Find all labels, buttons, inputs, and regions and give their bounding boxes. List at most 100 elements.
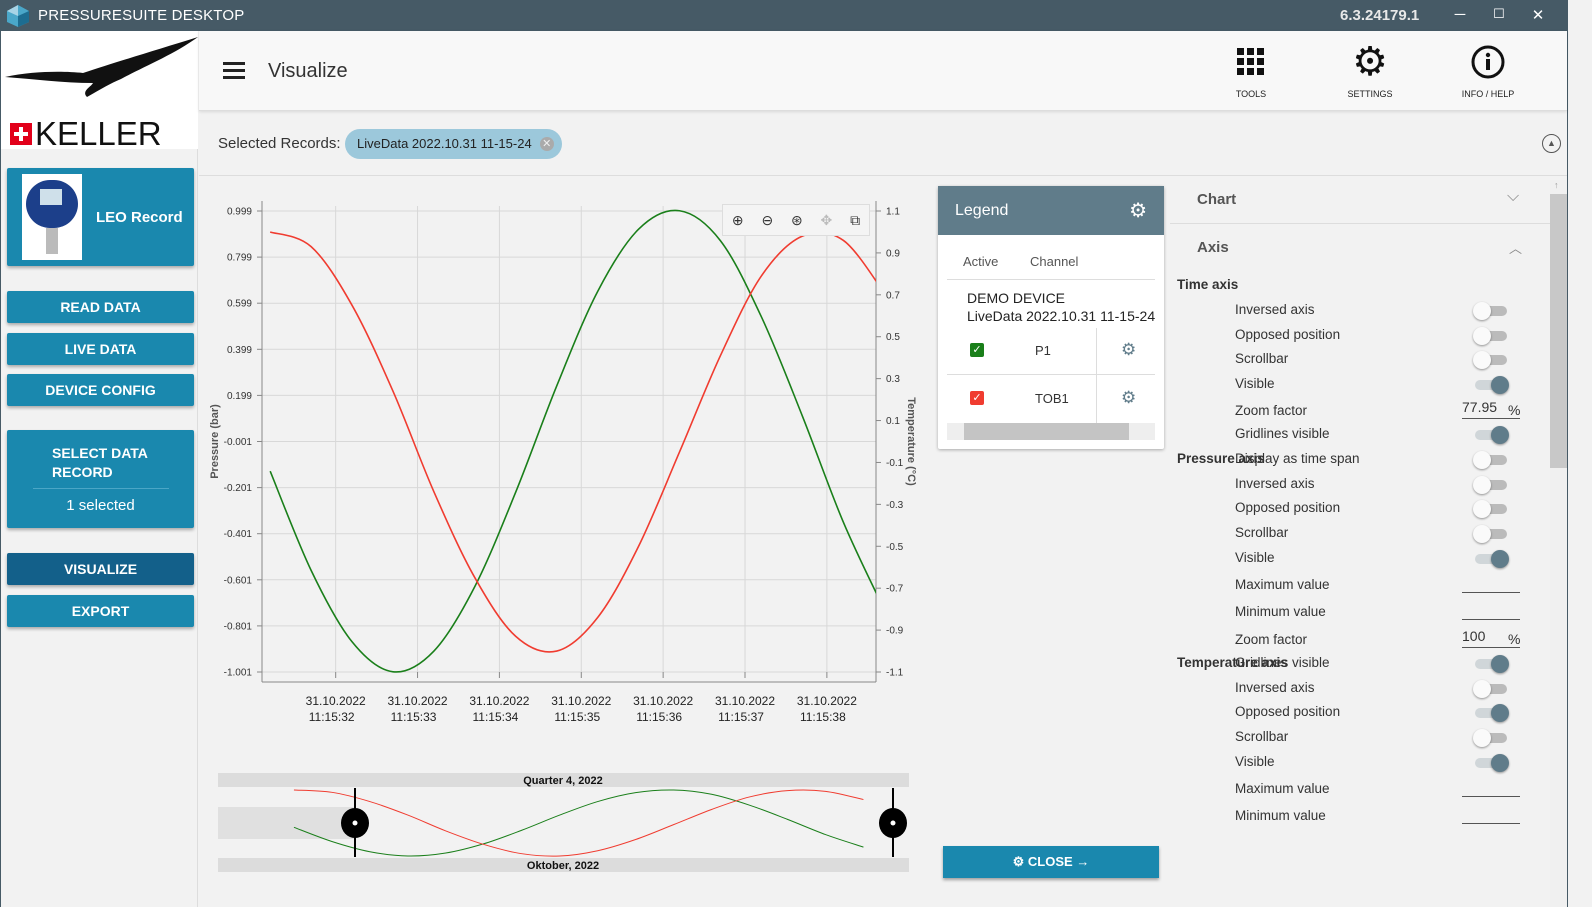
temp-opposed-toggle[interactable] <box>1475 704 1509 723</box>
pressure-max-input[interactable] <box>1462 573 1520 593</box>
pan-icon[interactable]: ✥ <box>821 212 833 229</box>
channel-tob1: TOB1 <box>1035 391 1069 406</box>
time-gridlines-toggle[interactable] <box>1475 426 1509 445</box>
x-tick-label-date: 31.10.2022 <box>797 694 857 708</box>
pressure-scrollbar-label: Scrollbar <box>1235 525 1289 541</box>
time-timespan-toggle[interactable] <box>1473 451 1507 469</box>
selected-records-label: Selected Records: <box>218 135 341 152</box>
x-tick-label-date: 31.10.2022 <box>469 694 529 708</box>
chevron-up-icon[interactable]: ︿ <box>1509 238 1522 257</box>
chart-section-header[interactable]: Chart <box>1197 191 1236 208</box>
zoom-selection-icon[interactable]: ⊛ <box>791 212 803 229</box>
x-tick-label-time: 11:15:38 <box>800 710 846 724</box>
collapse-up-icon[interactable]: ▲ <box>1542 134 1561 153</box>
record-chip[interactable]: LiveData 2022.10.31 11-15-24 ✕ <box>345 129 562 159</box>
x-tick-label-time: 11:15:36 <box>636 710 682 724</box>
time-axis-title: Time axis <box>1177 277 1239 292</box>
time-inversed-label: Inversed axis <box>1235 302 1315 317</box>
temp-max-label: Maximum value <box>1235 780 1330 796</box>
hamburger-menu-icon[interactable] <box>223 62 245 79</box>
y2-tick-label: -0.1 <box>886 458 904 469</box>
axis-section-header[interactable]: Axis <box>1197 239 1229 256</box>
close-button[interactable]: ⚙ CLOSE → <box>943 846 1159 878</box>
select-record-label: SELECT DATA RECORD <box>52 445 148 480</box>
y2-tick-label: -0.3 <box>886 500 904 511</box>
legend-panel: Legend ⚙ Active Channel DEMO DEVICE LiveDa… <box>938 186 1164 449</box>
zoom-in-icon[interactable]: ⊕ <box>732 212 744 229</box>
swiss-cross-icon <box>10 123 32 145</box>
chart-zoom-toolbar: ⊕ ⊖ ⊛ ✥ ⧉ <box>722 204 870 236</box>
brand-name: KELLER <box>35 115 162 152</box>
gear-icon: ⚙ <box>1352 40 1388 84</box>
pressure-min-label: Minimum value <box>1235 604 1326 619</box>
info-help-button[interactable]: INFO / HELP <box>1448 43 1528 99</box>
zoom-out-icon[interactable]: ⊖ <box>761 212 773 229</box>
remove-record-icon[interactable]: ✕ <box>539 137 554 151</box>
time-scrollbar-label: Scrollbar <box>1235 351 1289 367</box>
p1-active-checkbox[interactable]: ✓ <box>970 343 984 357</box>
maximize-button[interactable]: ☐ <box>1489 6 1509 22</box>
time-inversed-toggle[interactable] <box>1473 302 1507 320</box>
y-tick-label: 0.199 <box>227 391 252 402</box>
visualize-button[interactable]: VISUALIZE <box>7 553 194 585</box>
time-scrollbar-toggle[interactable] <box>1473 351 1507 370</box>
temp-scrollbar-toggle[interactable] <box>1473 729 1507 748</box>
temp-max-input[interactable] <box>1462 777 1520 797</box>
main-chart[interactable]: 0.999 0.799 0.599 0.399 0.199 -0.001 -0.201 -0.… <box>200 180 930 740</box>
y2-tick-label: 0.9 <box>886 248 900 259</box>
version-label: 6.3.24179.1 <box>1340 7 1420 24</box>
device-card[interactable]: LEO Record <box>7 168 194 266</box>
scrollbar-thumb[interactable] <box>1550 194 1567 468</box>
live-data-button[interactable]: LIVE DATA <box>7 333 194 365</box>
page-title: Visualize <box>268 60 348 82</box>
scroll-up-icon[interactable]: ↑ <box>1554 180 1559 190</box>
read-data-button[interactable]: READ DATA <box>7 291 194 323</box>
bird-logo-icon <box>5 37 198 97</box>
pressure-scrollbar-toggle[interactable] <box>1473 525 1507 544</box>
select-data-record-button[interactable]: SELECT DATA RECORD 1 selected <box>7 430 194 528</box>
y2-tick-label: -0.5 <box>886 542 904 553</box>
device-image <box>22 174 82 260</box>
x-tick-label-time: 11:15:33 <box>391 710 437 724</box>
x-tick-label-date: 31.10.2022 <box>551 694 611 708</box>
tob1-settings-gear-icon[interactable]: ⚙ <box>1121 388 1136 408</box>
time-visible-toggle[interactable] <box>1475 376 1509 395</box>
title-bar: PRESSURESUITE DESKTOP 6.3.24179.1 ─ ☐ ✕ <box>0 0 1568 31</box>
pressure-inversed-toggle[interactable] <box>1473 475 1507 494</box>
tools-button[interactable]: TOOLS <box>1211 43 1291 99</box>
y-tick-label: -0.401 <box>224 529 253 540</box>
pressure-opposed-toggle[interactable] <box>1473 500 1507 519</box>
y2-tick-label: 1.1 <box>886 207 900 218</box>
navigator[interactable]: Quarter 4, 2022 Oktober, 2022 <box>218 773 909 873</box>
minimize-button[interactable]: ─ <box>1450 6 1470 23</box>
chevron-down-icon[interactable]: ⌵ <box>1507 188 1519 206</box>
settings-button[interactable]: ⚙ SETTINGS <box>1330 40 1410 99</box>
temp-inversed-toggle[interactable] <box>1473 679 1507 698</box>
device-config-button[interactable]: DEVICE CONFIG <box>7 374 194 406</box>
temp-min-input[interactable] <box>1462 804 1520 824</box>
reset-zoom-icon[interactable]: ⧉ <box>850 212 860 229</box>
close-window-button[interactable]: ✕ <box>1528 6 1548 24</box>
pressure-zoom-value: 100 <box>1462 627 1486 644</box>
pressure-min-input[interactable] <box>1462 600 1520 620</box>
pressure-visible-toggle[interactable] <box>1475 549 1509 568</box>
pressure-gridlines-toggle[interactable] <box>1475 655 1509 673</box>
panel-scrollbar[interactable]: ↑ <box>1550 180 1567 907</box>
tob1-active-checkbox[interactable]: ✓ <box>970 391 984 405</box>
temp-visible-label: Visible <box>1235 753 1275 769</box>
legend-settings-gear-icon[interactable]: ⚙ <box>1129 198 1147 223</box>
legend-horizontal-scrollbar[interactable] <box>947 423 1155 440</box>
y2-tick-label: 0.5 <box>886 332 900 343</box>
y-tick-label: -0.601 <box>224 575 253 586</box>
sidebar: KELLER LEO Record READ DATA LIVE DATA DE… <box>1 31 198 907</box>
export-button[interactable]: EXPORT <box>7 595 194 627</box>
temp-visible-toggle[interactable] <box>1475 753 1509 772</box>
y-tick-label: -0.001 <box>224 437 253 448</box>
pressure-max-label: Maximum value <box>1235 576 1330 592</box>
temp-min-label: Minimum value <box>1235 808 1326 823</box>
y2-tick-label: -0.7 <box>886 584 904 595</box>
time-opposed-toggle[interactable] <box>1473 326 1507 345</box>
p1-settings-gear-icon[interactable]: ⚙ <box>1121 340 1136 360</box>
record-name: LiveData 2022.10.31 11-15-24 <box>967 308 1156 324</box>
y2-tick-label: -0.9 <box>886 626 904 637</box>
